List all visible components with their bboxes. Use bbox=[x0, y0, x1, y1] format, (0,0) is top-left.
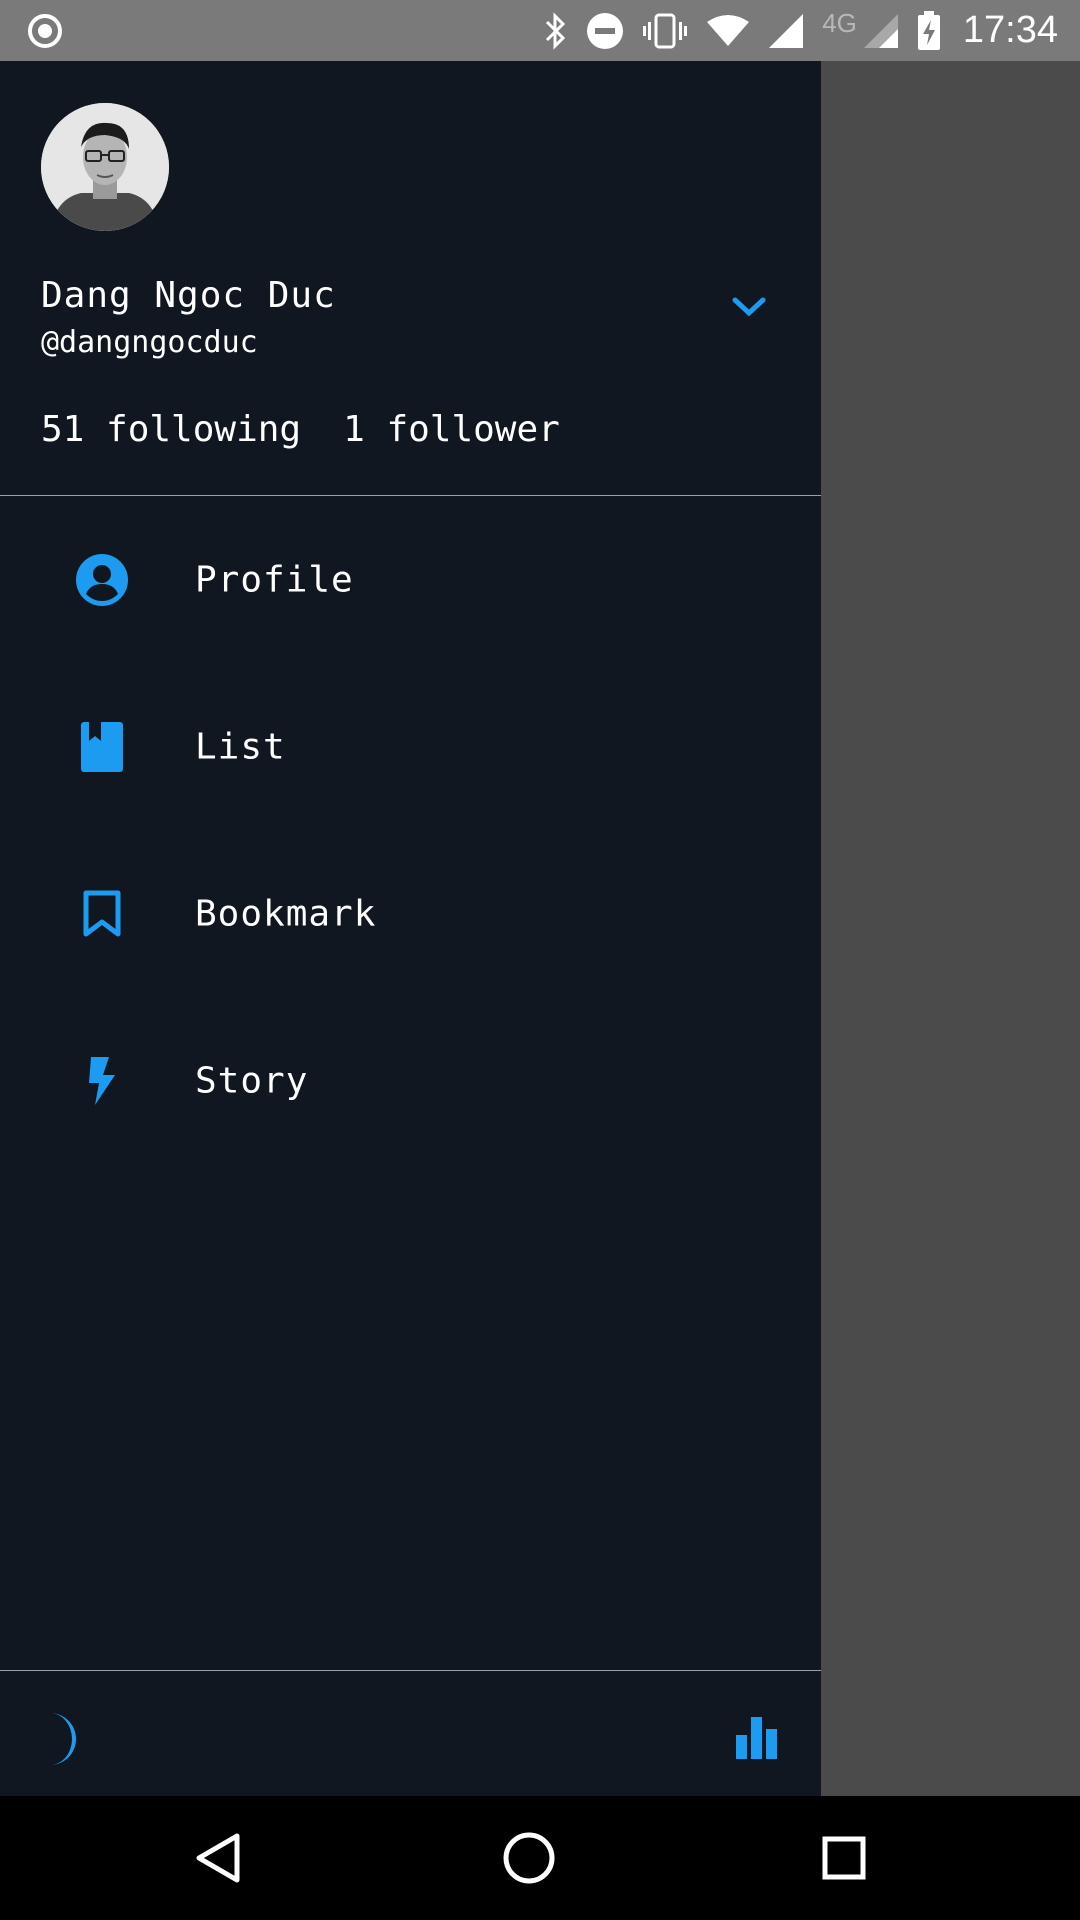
avatar-photo bbox=[41, 103, 169, 231]
menu-item-story[interactable]: Story bbox=[0, 997, 821, 1164]
signal-weak-icon bbox=[863, 11, 899, 51]
system-navigation-bar bbox=[0, 1796, 1080, 1920]
vibrate-icon bbox=[642, 11, 688, 51]
status-time: 17:34 bbox=[962, 9, 1058, 51]
drawer-menu: Profile List Bookmark Story bbox=[0, 496, 821, 1164]
person-circle-icon bbox=[74, 552, 130, 608]
lightning-icon bbox=[74, 1053, 130, 1109]
username: @dangngocduc bbox=[41, 325, 258, 360]
do-not-disturb-icon bbox=[586, 11, 624, 51]
menu-item-label: Story bbox=[195, 1060, 309, 1101]
following-count[interactable]: 51 following bbox=[41, 409, 301, 450]
followers-count[interactable]: 1 follower bbox=[343, 409, 560, 450]
back-triangle-icon[interactable] bbox=[186, 1826, 250, 1890]
avatar[interactable] bbox=[41, 103, 169, 231]
drawer-footer bbox=[0, 1671, 821, 1796]
bookmark-icon bbox=[74, 886, 130, 942]
drawer-scrim[interactable] bbox=[821, 61, 1080, 1796]
signal-icon bbox=[768, 11, 804, 51]
follow-stats: 51 following 1 follower bbox=[41, 409, 560, 450]
moon-icon[interactable] bbox=[36, 1711, 86, 1767]
menu-item-label: Profile bbox=[195, 559, 354, 600]
recents-square-icon[interactable] bbox=[812, 1826, 876, 1890]
wifi-icon bbox=[706, 11, 750, 51]
display-name: Dang Ngoc Duc bbox=[41, 275, 336, 316]
bar-chart-icon[interactable] bbox=[734, 1715, 782, 1763]
status-icons: 4G 17:34 bbox=[542, 0, 1080, 61]
list-book-icon bbox=[74, 719, 130, 775]
navigation-drawer: Dang Ngoc Duc @dangngocduc 51 following … bbox=[0, 61, 821, 1796]
menu-item-label: List bbox=[195, 726, 286, 767]
network-type-label: 4G bbox=[822, 8, 857, 38]
menu-item-profile[interactable]: Profile bbox=[0, 496, 821, 663]
menu-item-list[interactable]: List bbox=[0, 663, 821, 830]
status-bar: 4G 17:34 bbox=[0, 0, 1080, 61]
menu-item-bookmark[interactable]: Bookmark bbox=[0, 830, 821, 997]
home-circle-icon[interactable] bbox=[497, 1826, 561, 1890]
menu-item-label: Bookmark bbox=[195, 893, 377, 934]
account-switcher-chevron-down-icon[interactable] bbox=[725, 283, 773, 331]
bluetooth-icon bbox=[542, 11, 568, 51]
record-icon bbox=[28, 14, 62, 48]
battery-charging-icon bbox=[917, 10, 941, 51]
screen: 4G 17:34 Dang Ngoc Duc @dangngocduc 51 f… bbox=[0, 0, 1080, 1920]
